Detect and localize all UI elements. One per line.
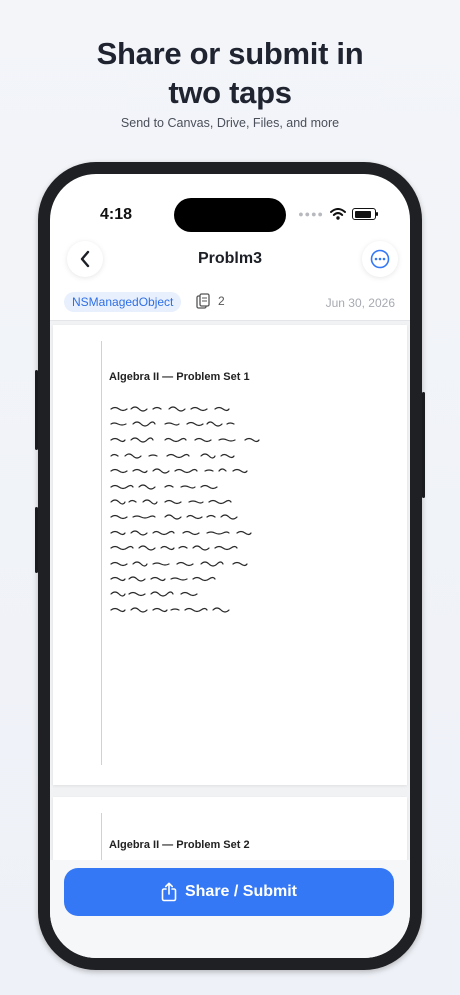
share-submit-label: Share / Submit	[184, 883, 298, 900]
pages-icon	[196, 293, 210, 309]
phone-screen: 4:18 ●●●● Problm3 NSManagedObject 2 Jun …	[50, 174, 410, 958]
volume-up-button	[35, 370, 38, 450]
headline-line-2: two taps	[168, 75, 292, 110]
document-page-1: Algebra II — Problem Set 1	[53, 325, 407, 785]
power-button	[422, 392, 425, 498]
category-tag[interactable]: NSManagedObject	[64, 292, 182, 312]
share-icon	[161, 882, 177, 902]
margin-line	[101, 341, 102, 765]
headline-line-1: Share or submit in	[96, 36, 364, 71]
document-date: Jun 30, 2026	[325, 296, 395, 310]
promo-headline: Share or submit in two taps	[0, 34, 460, 112]
page-title: Problm3	[197, 250, 262, 267]
status-time: 4:18	[100, 206, 133, 223]
status-icons: ●●●●	[298, 208, 378, 220]
phone-frame: 4:18 ●●●● Problm3 NSManagedObject 2 Jun …	[35, 162, 425, 970]
navigation-bar: Problm3	[50, 232, 410, 288]
wifi-icon	[330, 208, 346, 220]
battery-icon	[352, 208, 378, 220]
promo-subline: Send to Canvas, Drive, Files, and more	[120, 116, 340, 130]
ellipsis-circle-icon	[370, 249, 390, 269]
volume-down-button	[35, 507, 38, 573]
share-submit-button[interactable]: Share / Submit	[64, 868, 394, 916]
signal-dots-icon: ●●●●	[298, 209, 324, 219]
document-meta-row: NSManagedObject 2 Jun 30, 2026	[50, 288, 410, 318]
handwritten-notes	[110, 406, 260, 613]
document-preview[interactable]: Algebra II — Problem Set 1 Algebra II — …	[50, 320, 410, 903]
page-1-title: Algebra II — Problem Set 1	[109, 371, 250, 383]
dynamic-island	[174, 198, 286, 232]
page-2-title: Algebra II — Problem Set 2	[109, 839, 250, 851]
page-count-value: 2	[218, 294, 225, 308]
page-count: 2	[196, 293, 225, 309]
more-options-button[interactable]	[362, 241, 398, 277]
